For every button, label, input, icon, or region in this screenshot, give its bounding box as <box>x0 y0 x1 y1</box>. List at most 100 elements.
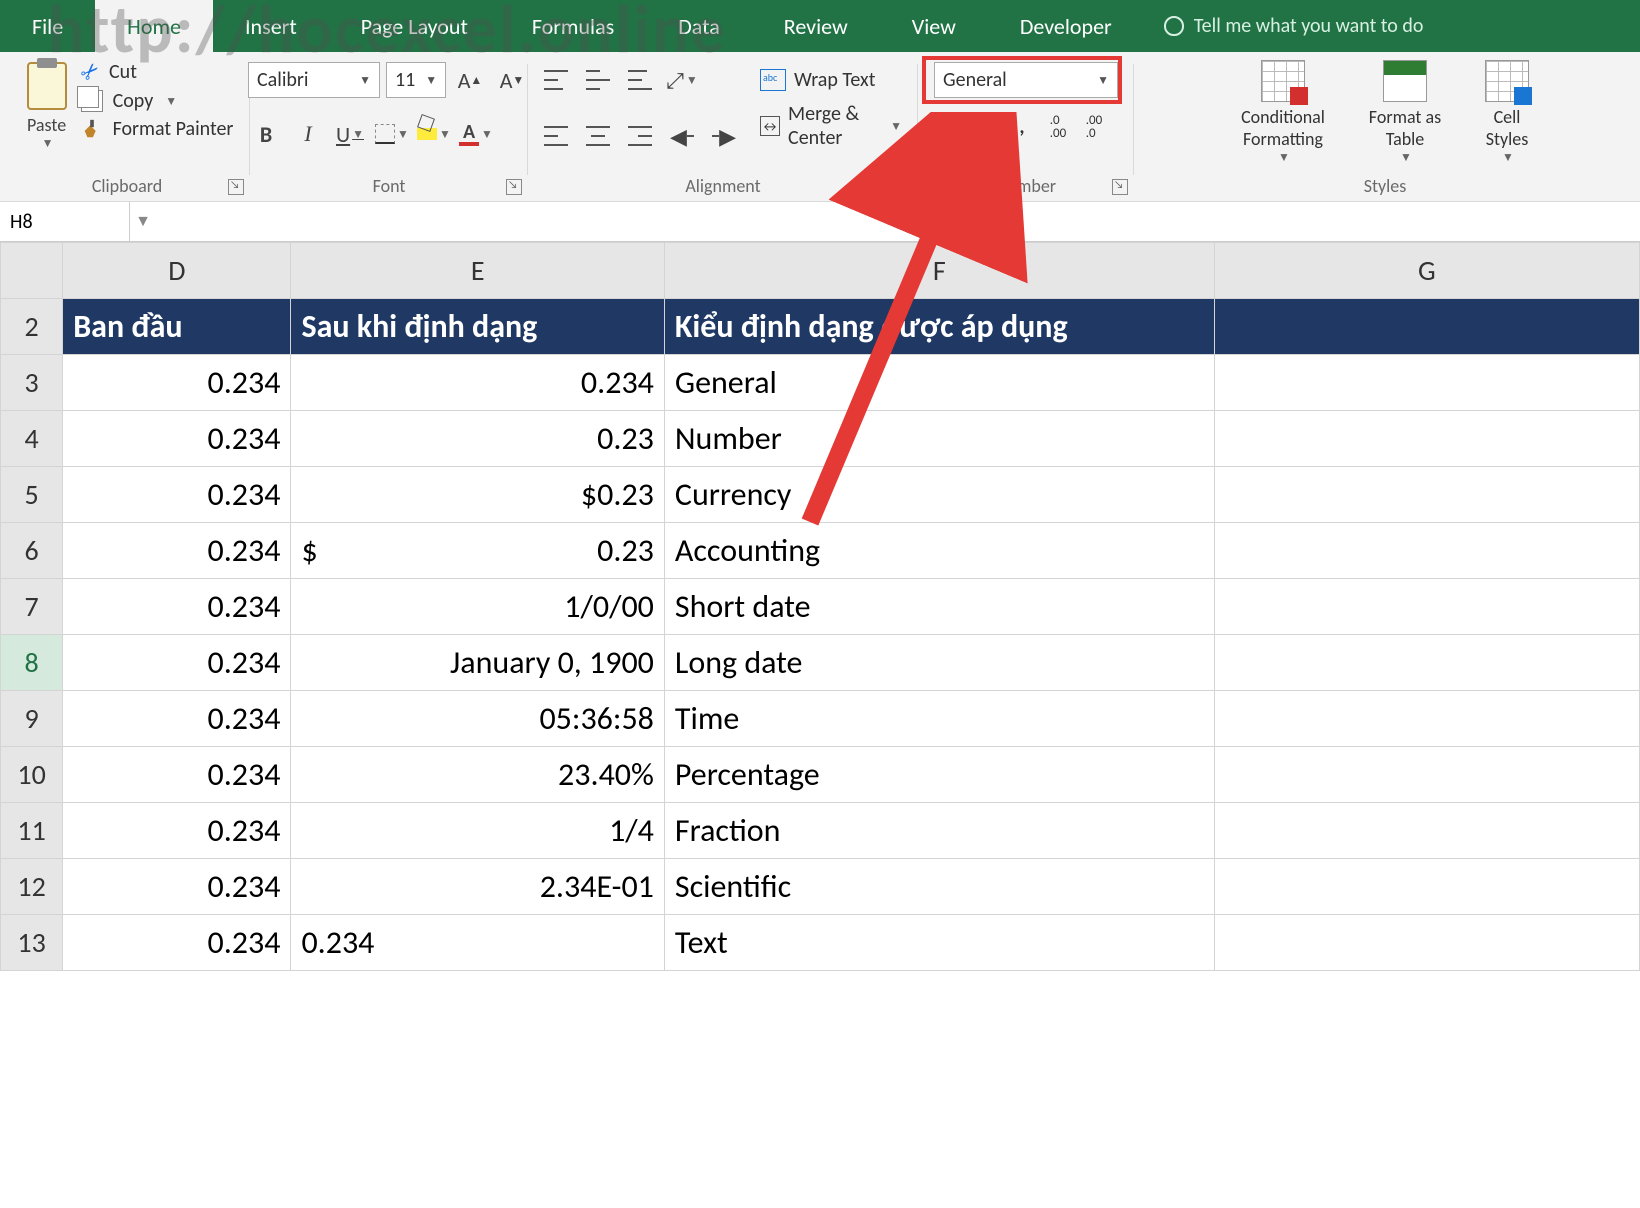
cell[interactable]: Accounting <box>664 523 1214 579</box>
tab-developer[interactable]: Developer <box>988 0 1144 52</box>
cell[interactable] <box>1214 579 1639 635</box>
cell[interactable]: 0.234 <box>291 915 664 971</box>
cell[interactable]: 0.234 <box>63 803 291 859</box>
wrap-text-button[interactable]: Wrap Text <box>754 62 908 98</box>
cell[interactable] <box>1214 747 1639 803</box>
tab-insert[interactable]: Insert <box>213 0 329 52</box>
header-cell[interactable]: Sau khi định dạng <box>291 299 664 355</box>
cell[interactable]: 0.234 <box>63 635 291 691</box>
tab-data[interactable]: Data <box>646 0 752 52</box>
column-header-E[interactable]: E <box>291 243 664 299</box>
cell[interactable] <box>1214 467 1639 523</box>
cell[interactable]: Text <box>664 915 1214 971</box>
borders-button[interactable]: ▼ <box>374 116 410 152</box>
cell[interactable]: 0.23 <box>291 411 664 467</box>
cell[interactable]: Currency <box>664 467 1214 523</box>
decrease-indent-button[interactable]: ◀ <box>664 118 700 154</box>
row-header[interactable]: 3 <box>1 355 63 411</box>
bold-button[interactable]: B <box>248 116 284 152</box>
underline-button[interactable]: U▼ <box>332 116 368 152</box>
cell[interactable] <box>1214 635 1639 691</box>
tab-page-layout[interactable]: Page Layout <box>329 0 500 52</box>
column-header-G[interactable]: G <box>1214 243 1639 299</box>
cell[interactable] <box>1214 803 1639 859</box>
conditional-formatting-button[interactable]: Conditional Formatting▼ <box>1220 60 1346 165</box>
tab-file[interactable]: File <box>0 0 95 52</box>
cell[interactable]: 23.40% <box>291 747 664 803</box>
header-cell[interactable]: Kiểu định dạng được áp dụng <box>664 299 1214 355</box>
tab-formulas[interactable]: Formulas <box>500 0 646 52</box>
cell[interactable]: 0.234 <box>63 467 291 523</box>
tab-view[interactable]: View <box>880 0 988 52</box>
cell[interactable]: 0.234 <box>63 691 291 747</box>
cell[interactable] <box>1214 915 1639 971</box>
cell[interactable]: 0.234 <box>63 579 291 635</box>
font-dialog-launcher[interactable] <box>506 179 522 195</box>
cell[interactable]: $0.23 <box>291 523 664 579</box>
align-center-button[interactable] <box>580 118 616 154</box>
cell[interactable] <box>1214 523 1639 579</box>
cell[interactable]: Fraction <box>664 803 1214 859</box>
cell[interactable]: 0.234 <box>63 747 291 803</box>
clipboard-dialog-launcher[interactable] <box>228 179 244 195</box>
row-header[interactable]: 7 <box>1 579 63 635</box>
align-right-button[interactable] <box>622 118 658 154</box>
spreadsheet-grid[interactable]: D E F G 2 Ban đầu Sau khi định dạng Kiểu… <box>0 242 1640 971</box>
cell[interactable]: 0.234 <box>63 523 291 579</box>
font-size-combo[interactable]: 11▼ <box>386 62 446 98</box>
decrease-font-button[interactable]: A▼ <box>494 62 530 98</box>
decrease-decimal-button[interactable]: .00.0 <box>1078 110 1110 144</box>
cell[interactable]: Short date <box>664 579 1214 635</box>
row-header[interactable]: 2 <box>1 299 63 355</box>
merge-center-button[interactable]: Merge & Center▼ <box>754 108 908 144</box>
row-header[interactable]: 13 <box>1 915 63 971</box>
font-name-combo[interactable]: Calibri▼ <box>248 62 380 98</box>
name-box[interactable]: H8 <box>0 202 130 241</box>
tab-home[interactable]: Home <box>95 0 213 52</box>
cell[interactable]: 0.234 <box>63 915 291 971</box>
percent-format-button[interactable]: % <box>970 110 1002 144</box>
alignment-dialog-launcher[interactable] <box>896 179 912 195</box>
cell[interactable] <box>1214 355 1639 411</box>
row-header[interactable]: 6 <box>1 523 63 579</box>
row-header[interactable]: 8 <box>1 635 63 691</box>
cell[interactable]: 1/0/00 <box>291 579 664 635</box>
format-painter-button[interactable]: Format Painter <box>81 117 234 141</box>
cell[interactable]: 1/4 <box>291 803 664 859</box>
row-header[interactable]: 10 <box>1 747 63 803</box>
comma-format-button[interactable]: , <box>1006 110 1038 144</box>
format-as-table-button[interactable]: Format as Table▼ <box>1352 60 1458 165</box>
number-format-combo[interactable]: General▼ <box>934 62 1118 98</box>
fill-color-button[interactable]: ▼ <box>416 116 452 152</box>
cell[interactable]: Scientific <box>664 859 1214 915</box>
increase-decimal-button[interactable]: .0.00 <box>1042 110 1074 144</box>
copy-button[interactable]: Copy▼ <box>81 89 234 113</box>
cell[interactable]: 0.234 <box>63 355 291 411</box>
cell[interactable] <box>1214 691 1639 747</box>
italic-button[interactable]: I <box>290 116 326 152</box>
cell[interactable]: Long date <box>664 635 1214 691</box>
row-header[interactable]: 11 <box>1 803 63 859</box>
cell-styles-button[interactable]: Cell Styles▼ <box>1464 60 1550 165</box>
cell[interactable]: Percentage <box>664 747 1214 803</box>
row-header[interactable]: 9 <box>1 691 63 747</box>
row-header[interactable]: 5 <box>1 467 63 523</box>
align-middle-button[interactable] <box>580 62 616 98</box>
increase-indent-button[interactable]: ▶ <box>706 118 742 154</box>
header-cell[interactable] <box>1214 299 1639 355</box>
cell[interactable]: January 0, 1900 <box>291 635 664 691</box>
orientation-button[interactable]: ⤢▼ <box>664 62 700 98</box>
cell[interactable] <box>1214 859 1639 915</box>
column-header-F[interactable]: F <box>664 243 1214 299</box>
cell[interactable]: 05:36:58 <box>291 691 664 747</box>
cell[interactable]: Number <box>664 411 1214 467</box>
cell[interactable]: General <box>664 355 1214 411</box>
accounting-format-button[interactable]: $▼ <box>934 110 966 144</box>
select-all-corner[interactable] <box>1 243 63 299</box>
cell[interactable]: 2.34E-01 <box>291 859 664 915</box>
cell[interactable]: Time <box>664 691 1214 747</box>
name-box-dropdown[interactable]: ▼ <box>130 212 156 231</box>
paste-button[interactable]: Paste ▼ <box>21 58 73 155</box>
align-bottom-button[interactable] <box>622 62 658 98</box>
cell[interactable]: 0.234 <box>63 859 291 915</box>
